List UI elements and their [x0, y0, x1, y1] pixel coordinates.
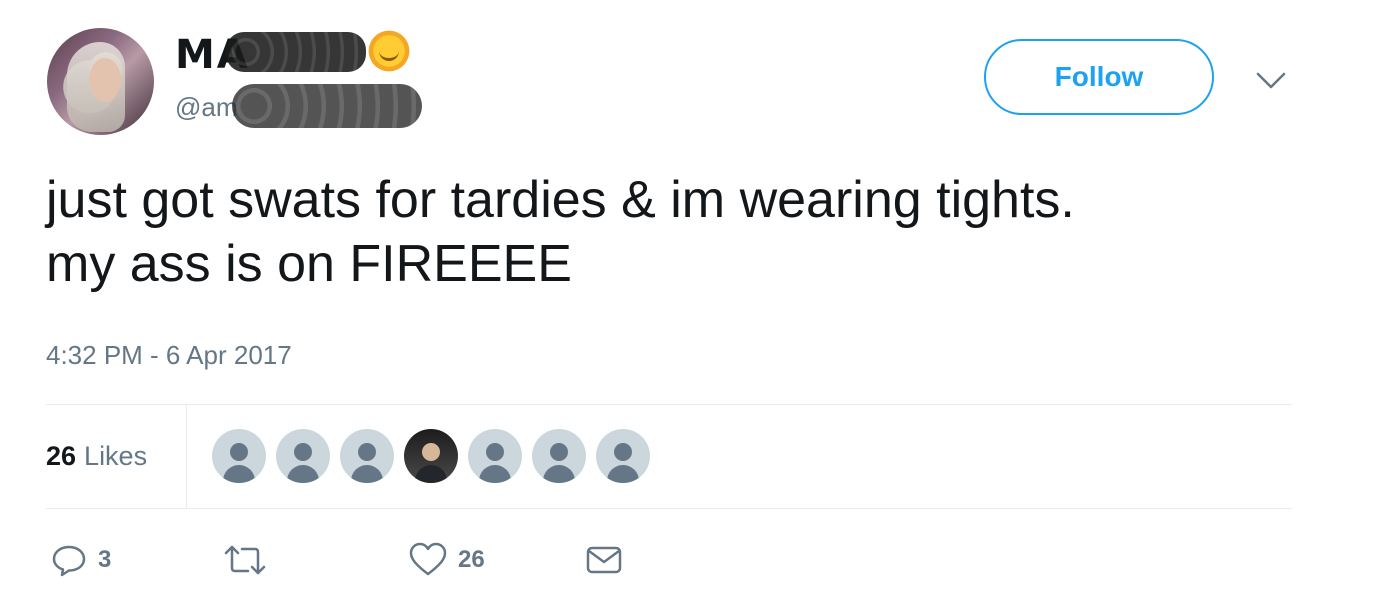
follow-button[interactable]: Follow — [984, 39, 1214, 115]
reply-button[interactable]: 3 — [50, 540, 111, 580]
user-handle[interactable]: @am — [175, 92, 238, 123]
divider-top — [46, 404, 1292, 405]
direct-message-button[interactable] — [584, 540, 624, 580]
message-icon — [584, 541, 624, 579]
liker-avatar[interactable] — [596, 429, 650, 483]
liker-avatar-photo[interactable] — [404, 429, 458, 483]
heart-icon — [408, 541, 448, 579]
likes-stat[interactable]: 26 Likes — [46, 404, 187, 508]
name-redaction-scribble — [226, 32, 366, 72]
tweet-text-line-1: just got swats for tardies & im wearing … — [46, 171, 1075, 229]
avatar-face — [89, 58, 121, 102]
sun-emoji-icon — [366, 28, 412, 74]
divider-bottom — [46, 508, 1292, 509]
tweet-text: just got swats for tardies & im wearing … — [46, 168, 1326, 296]
liker-avatars — [212, 429, 650, 483]
handle-redaction-scribble — [232, 84, 422, 128]
liker-avatar[interactable] — [212, 429, 266, 483]
retweet-icon — [220, 541, 270, 579]
reply-icon — [50, 541, 88, 579]
tweet-timestamp[interactable]: 4:32 PM - 6 Apr 2017 — [46, 340, 292, 371]
retweet-button[interactable] — [220, 540, 280, 580]
liker-avatar[interactable] — [532, 429, 586, 483]
reply-count: 3 — [98, 546, 112, 573]
like-count: 26 — [458, 546, 485, 573]
like-button[interactable]: 26 — [408, 540, 485, 580]
liker-avatar[interactable] — [340, 429, 394, 483]
tweet-text-line-2: my ass is on FIREEEE — [46, 235, 572, 293]
likes-count: 26 — [46, 440, 77, 471]
likes-label: Likes — [84, 440, 148, 471]
liker-avatar[interactable] — [468, 429, 522, 483]
caret-down-icon[interactable] — [1253, 66, 1289, 96]
liker-avatar[interactable] — [276, 429, 330, 483]
profile-avatar[interactable] — [47, 28, 154, 135]
